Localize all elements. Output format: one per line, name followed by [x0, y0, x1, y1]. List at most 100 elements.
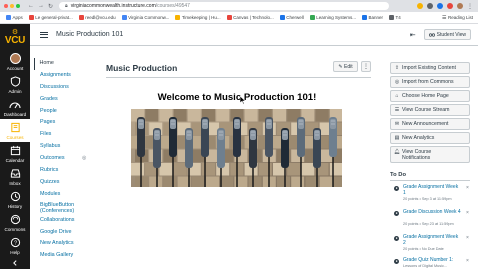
- announcement-icon: ✉: [394, 121, 400, 127]
- course-nav-label: Collaborations: [40, 216, 75, 223]
- course-nav-item[interactable]: Syllabus: [34, 141, 94, 153]
- extension-icon[interactable]: [427, 3, 433, 9]
- todo-meta: Lessons of Digital Music...: [403, 264, 448, 268]
- collapse-nav-button[interactable]: [0, 259, 30, 267]
- acoustic-block: [163, 176, 177, 187]
- new-announcement-button[interactable]: ✉ New Announcement: [390, 118, 470, 130]
- view-course-notifications-button[interactable]: 🔔︎ View Course Notifications: [390, 146, 470, 163]
- browser-nav: ← → ↻: [28, 3, 53, 10]
- bookmark-label: Virginia Commonw...: [128, 15, 170, 20]
- assignment-icon: ●: [394, 186, 399, 191]
- course-nav-label: Syllabus: [40, 143, 61, 150]
- bookmark-item[interactable]: Timekeeping | Hu...: [175, 15, 221, 20]
- maximize-window-dot[interactable]: [16, 4, 20, 8]
- course-nav-item[interactable]: Rubrics: [34, 165, 94, 177]
- todo-link[interactable]: Grade Quiz Number 1:: [403, 257, 461, 264]
- global-nav-calendar[interactable]: Calendar: [0, 142, 30, 165]
- global-nav-label: Courses: [6, 134, 24, 140]
- bookmark-item[interactable]: Canvas | Technolo...: [226, 15, 274, 20]
- assignment-icon: ●: [394, 211, 399, 216]
- course-title-breadcrumb[interactable]: Music Production 101: [56, 31, 123, 38]
- new-analytics-button[interactable]: ▤ New Analytics: [390, 132, 470, 144]
- assignment-icon: ●: [394, 259, 399, 264]
- vcu-logo[interactable]: ⚙ VCU: [0, 24, 30, 50]
- course-nav-item[interactable]: New Analytics: [34, 238, 94, 250]
- todo-link[interactable]: Grade Assignment Week 2: [403, 234, 461, 246]
- global-nav-help[interactable]: ? Help: [0, 234, 30, 257]
- bookmark-item[interactable]: Learning Systems...: [309, 15, 356, 20]
- course-nav-item[interactable]: BigBlueButton (Conferences): [34, 201, 94, 215]
- dismiss-icon[interactable]: ×: [466, 210, 469, 216]
- student-view-button[interactable]: Student View: [423, 29, 471, 40]
- todo-meta: 20 points • No Due Date: [403, 247, 444, 251]
- chrome-menu-icon[interactable]: ⋮: [467, 3, 473, 10]
- course-nav-item[interactable]: Grades: [34, 94, 94, 106]
- bookmark-item[interactable]: Virginia Commonw...: [121, 15, 170, 20]
- choose-home-page-button[interactable]: ⌂ Choose Home Page: [390, 90, 470, 102]
- bookmark-item[interactable]: Banner: [362, 15, 383, 20]
- bookmark-item[interactable]: reedl@vcu.edu: [78, 15, 116, 20]
- course-nav-item[interactable]: Pages: [34, 117, 94, 129]
- bookmark-item[interactable]: T4: [389, 15, 401, 20]
- minimize-window-dot[interactable]: [10, 4, 14, 8]
- reading-list-button[interactable]: ☰ Reading List: [442, 15, 473, 21]
- course-nav-item[interactable]: Assignments: [34, 70, 94, 82]
- divider: [106, 77, 371, 78]
- course-nav-item[interactable]: People: [34, 106, 94, 118]
- dismiss-icon[interactable]: ×: [466, 185, 469, 191]
- global-nav-history[interactable]: History: [0, 188, 30, 211]
- close-window-dot[interactable]: [4, 4, 8, 8]
- course-nav-item[interactable]: Outcomes ◎: [34, 153, 94, 165]
- global-nav-icon-wrap: ?: [9, 237, 21, 249]
- course-nav-label: Outcomes: [40, 155, 65, 162]
- global-nav-account[interactable]: Account: [0, 50, 30, 73]
- bookmark-item[interactable]: Apps: [6, 15, 23, 20]
- global-nav-courses[interactable]: Courses: [0, 119, 30, 142]
- profile-avatar[interactable]: [457, 3, 463, 9]
- window-controls[interactable]: [4, 4, 20, 8]
- course-nav-item[interactable]: Collaborations: [34, 215, 94, 227]
- hamburger-menu-icon[interactable]: [40, 31, 48, 38]
- back-arrow-icon[interactable]: ←: [28, 3, 34, 10]
- bookmark-label: T4: [395, 15, 401, 20]
- address-bar[interactable]: 🔒︎ virginiacommonwealth.instructure.com/…: [59, 2, 390, 10]
- more-options-button[interactable]: ⋮: [361, 61, 371, 72]
- course-nav-item[interactable]: Home: [34, 58, 94, 70]
- reload-icon[interactable]: ↻: [48, 3, 53, 10]
- dismiss-icon[interactable]: ×: [466, 258, 469, 264]
- import-from-commons-button[interactable]: ◎ Import from Commons: [390, 76, 470, 88]
- course-nav-label: BigBlueButton (Conferences): [40, 201, 75, 214]
- edit-button[interactable]: ✎ Edit: [333, 61, 358, 72]
- collapse-sidebar-icon[interactable]: ⇤: [410, 31, 416, 39]
- acoustic-block: [258, 163, 272, 176]
- extension-icon[interactable]: [417, 3, 423, 9]
- course-nav-item[interactable]: Google Drive: [34, 227, 94, 239]
- dashboard-icon: [9, 102, 21, 109]
- course-nav-item[interactable]: Discussions: [34, 82, 94, 94]
- acoustic-block: [301, 163, 315, 176]
- course-nav-item[interactable]: Media Gallery: [34, 250, 94, 262]
- extension-icon[interactable]: [447, 3, 453, 9]
- forward-arrow-icon[interactable]: →: [38, 3, 44, 10]
- commons-icon: [10, 214, 20, 225]
- bookmark-item[interactable]: Le general-privat...: [28, 15, 73, 20]
- global-nav-inbox[interactable]: Inbox: [0, 165, 30, 188]
- acoustic-block: [319, 176, 333, 187]
- course-nav-item[interactable]: Files: [34, 129, 94, 141]
- todo-link[interactable]: Grade Assignment Week 1: [403, 184, 461, 196]
- global-nav-commons[interactable]: Commons: [0, 211, 30, 234]
- bookmark-item[interactable]: Cherwell: [279, 15, 304, 20]
- acoustic-block: [191, 176, 205, 187]
- acoustic-block: [315, 109, 329, 122]
- todo-link[interactable]: Grade Discussion Week 4: [403, 209, 461, 216]
- dismiss-icon[interactable]: ×: [466, 235, 469, 241]
- view-course-stream-button[interactable]: ☰ View Course Stream: [390, 104, 470, 116]
- course-nav-item[interactable]: Quizzes: [34, 177, 94, 189]
- course-nav-item[interactable]: Modules: [34, 189, 94, 201]
- global-nav-dashboard[interactable]: Dashboard: [0, 96, 30, 119]
- course-nav-label: Rubrics: [40, 167, 59, 174]
- url-path: /courses/49547: [155, 3, 190, 9]
- global-nav-admin[interactable]: Admin: [0, 73, 30, 96]
- import-existing-content-button[interactable]: ⇪ Import Existing Content: [390, 62, 470, 74]
- extension-icon[interactable]: [437, 3, 443, 9]
